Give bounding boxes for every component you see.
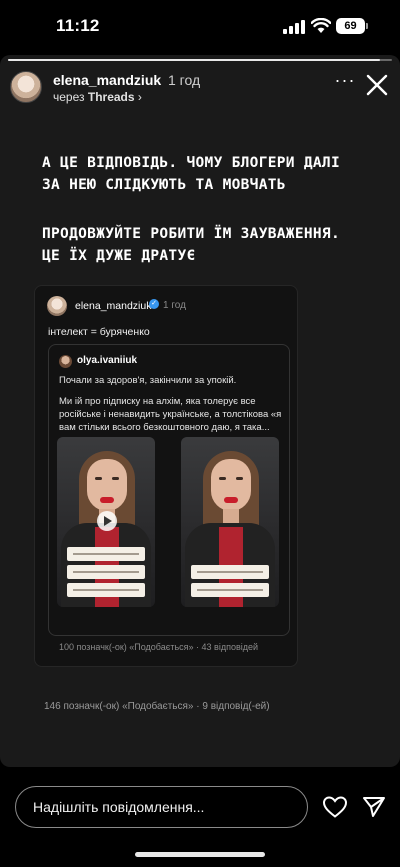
author-avatar[interactable] [10, 71, 42, 103]
story-progress-fill [8, 59, 381, 61]
quoted-post-line-2: Ми ій про підписку на алхім, яка толерує… [59, 396, 282, 433]
message-input[interactable]: Надішліть повідомлення... [15, 786, 308, 828]
send-icon[interactable] [362, 795, 386, 819]
message-placeholder: Надішліть повідомлення... [33, 799, 205, 815]
post-time: 1 год [163, 300, 186, 311]
via-app-name: Threads [87, 90, 135, 104]
post-time: 1 год [168, 72, 201, 88]
close-icon[interactable] [365, 73, 389, 97]
post-author-avatar [47, 296, 67, 316]
chevron-right-icon: › [137, 90, 142, 104]
status-time: 11:12 [56, 16, 100, 35]
caption-tag [67, 583, 145, 597]
story-caption-2: ПРОДОВЖУЙТЕ РОБИТИ ЇМ ЗАУВАЖЕННЯ. ЦЕ ЇХ … [42, 226, 340, 264]
caption-tag [191, 583, 269, 597]
story-header: elena_mandziuk 1 год через Threads › ··· [10, 69, 390, 105]
video-thumbnail [181, 437, 279, 607]
more-icon[interactable]: ··· [334, 71, 356, 93]
via-prefix: через [53, 90, 85, 104]
play-icon [97, 511, 117, 531]
story-frame[interactable]: elena_mandziuk 1 год через Threads › ···… [0, 55, 400, 767]
quoted-author-avatar [59, 355, 72, 368]
quoted-post-line-1: Почали за здоров'я, закінчили за упокій. [59, 375, 237, 386]
quoted-author-username: olya.ivaniiuk [77, 355, 138, 366]
heart-icon[interactable] [322, 795, 348, 819]
caption-tag [67, 565, 145, 579]
post-stats: 100 позначк(-ок) «Подобається» · 43 відп… [59, 642, 259, 652]
status-bar: 11:12 69 [0, 0, 400, 52]
battery-indicator: 69 [336, 18, 368, 34]
author-username[interactable]: elena_mandziuk [53, 72, 161, 88]
threads-post-card[interactable]: elena_mandziuk ✓ 1 год інтелект = буряче… [34, 285, 298, 667]
via-threads-link[interactable]: через Threads › [53, 90, 142, 104]
cellular-signal-icon [283, 20, 307, 34]
post-author-username: elena_mandziuk [75, 300, 152, 312]
story-caption-1: А ЦЕ ВІДПОВІДЬ. ЧОМУ БЛОГЕРИ ДАЛІ ЗА НЕЮ… [42, 155, 340, 193]
quoted-post: olya.ivaniiuk Почали за здоров'я, закінч… [48, 344, 290, 636]
post-text: інтелект = буряченко [48, 326, 150, 338]
caption-tag [67, 547, 145, 561]
video-thumbnail [57, 437, 155, 607]
home-indicator[interactable] [135, 852, 265, 857]
wifi-icon [311, 18, 331, 33]
caption-tag [191, 565, 269, 579]
story-progress-bar [8, 59, 392, 61]
verified-badge-icon: ✓ [149, 299, 159, 309]
original-post-stats: 146 позначк(-ок) «Подобається» · 9 відпо… [44, 701, 270, 712]
